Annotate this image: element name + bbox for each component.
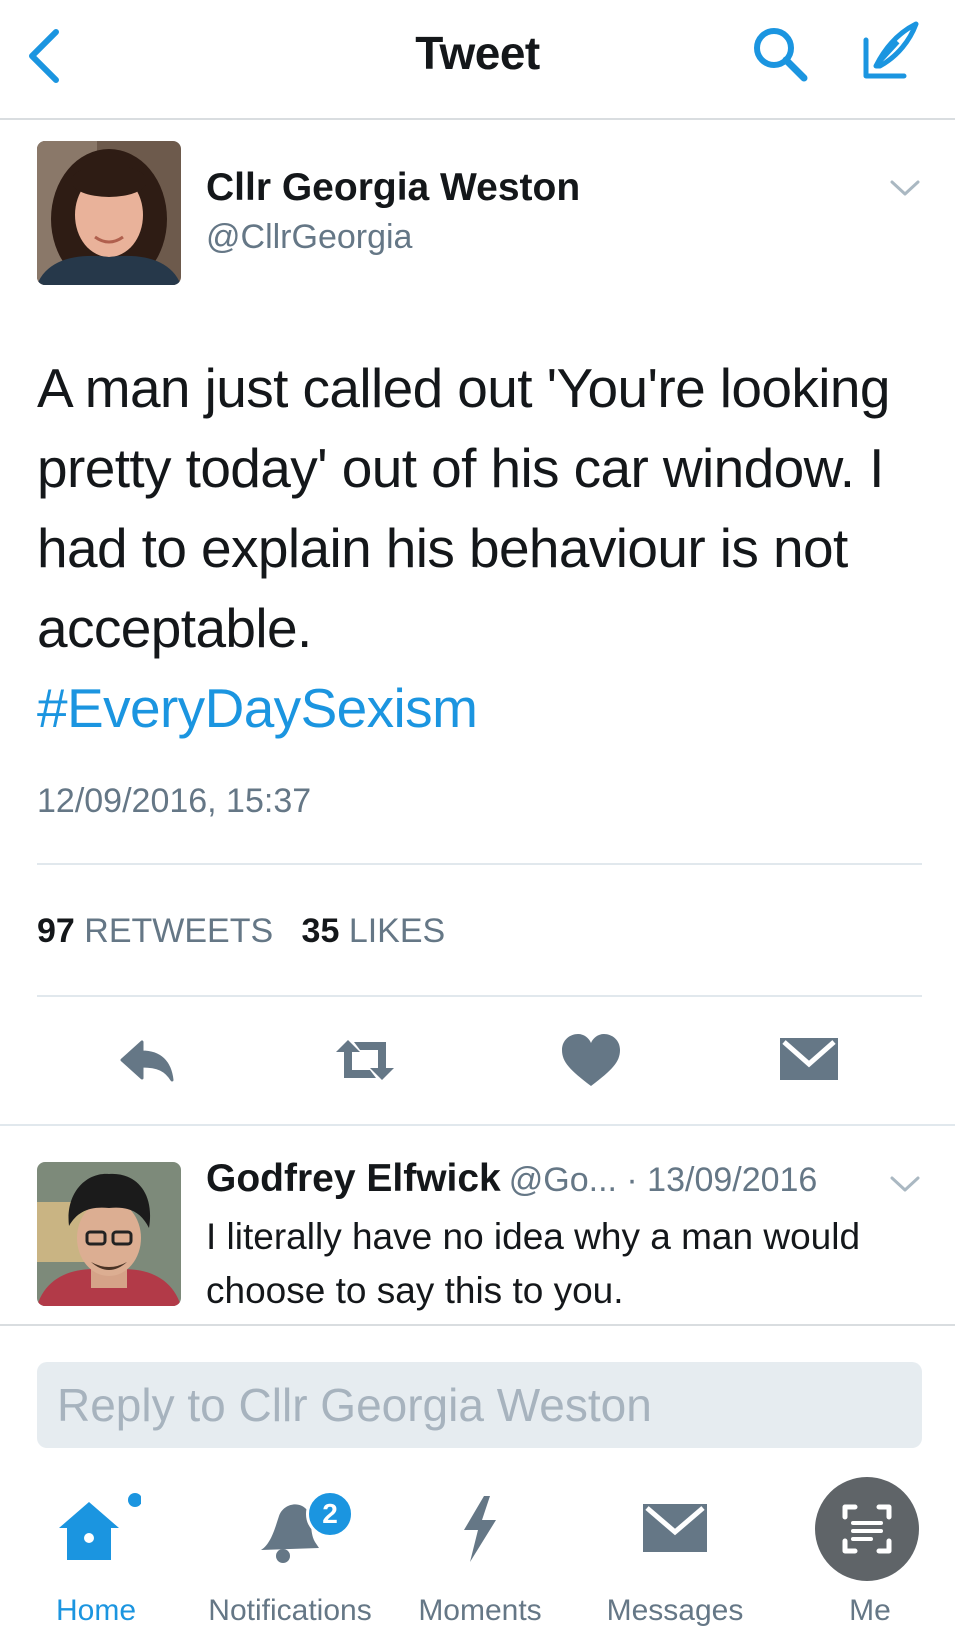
retweet-icon [336, 1040, 394, 1080]
tab-label: Moments [418, 1594, 542, 1627]
reply-text: I literally have no idea why a man would… [206, 1216, 861, 1311]
divider [37, 995, 922, 997]
compose-button[interactable] [858, 20, 922, 84]
tweet-timestamp: 12/09/2016, 15:37 [37, 782, 312, 820]
tweet-stats: 97 RETWEETS 35 LIKES [37, 912, 445, 951]
page-title: Tweet [415, 27, 540, 79]
scan-text-button[interactable] [815, 1477, 919, 1581]
search-button[interactable] [750, 24, 810, 84]
tab-label: Me [849, 1594, 891, 1627]
tab-label: Notifications [208, 1594, 372, 1627]
like-stat[interactable]: 35 LIKES [302, 912, 446, 950]
reply-meta: @Go... · 13/09/2016 [508, 1161, 818, 1199]
like-count: 35 [301, 912, 340, 950]
like-button[interactable] [556, 1030, 626, 1090]
retweet-count: 97 [37, 912, 75, 950]
reply-author-name[interactable]: Godfrey Elfwick [206, 1157, 501, 1200]
tweet-text: A man just called out 'You're looking pr… [37, 348, 917, 748]
tweet-body: A man just called out 'You're looking pr… [37, 357, 890, 659]
envelope-icon [780, 1038, 838, 1080]
avatar[interactable] [37, 1162, 181, 1306]
compose-icon [863, 21, 919, 79]
author-handle[interactable]: @CllrGeorgia [206, 218, 412, 257]
reply-header: Godfrey Elfwick @Go... · 13/09/2016 [206, 1157, 817, 1201]
envelope-icon [643, 1504, 707, 1552]
reply-input[interactable]: Reply to Cllr Georgia Weston [37, 1362, 922, 1448]
avatar[interactable] [37, 141, 181, 285]
reply-button[interactable] [114, 1030, 184, 1090]
share-via-message-button[interactable] [774, 1030, 844, 1090]
tweet-options-button[interactable] [888, 176, 922, 200]
tab-notifications[interactable]: Notifications [195, 1488, 385, 1628]
retweet-button[interactable] [330, 1030, 400, 1090]
divider [0, 1124, 955, 1126]
hashtag-link[interactable]: #EveryDaySexism [37, 677, 478, 739]
chevron-down-icon [890, 1176, 920, 1192]
top-nav-bar: Tweet [0, 0, 955, 120]
reply-options-button[interactable] [888, 1172, 922, 1196]
notification-badge: 2 [306, 1490, 354, 1538]
heart-icon [562, 1034, 620, 1086]
lightning-icon [464, 1496, 496, 1562]
tab-messages[interactable]: Messages [580, 1488, 770, 1628]
search-icon [754, 28, 808, 82]
tab-label: Home [55, 1594, 137, 1627]
reply-icon [120, 1040, 174, 1082]
chevron-down-icon [890, 180, 920, 196]
divider [37, 863, 922, 865]
tab-moments[interactable]: Moments [390, 1488, 570, 1628]
author-name[interactable]: Cllr Georgia Weston [206, 166, 580, 210]
like-label: LIKES [348, 912, 446, 950]
divider [0, 1324, 955, 1326]
home-icon [59, 1493, 141, 1560]
retweet-label: RETWEETS [84, 912, 274, 950]
retweet-stat[interactable]: 97 RETWEETS [37, 912, 273, 950]
tab-home[interactable]: Home [6, 1488, 186, 1628]
tab-label: Messages [606, 1594, 744, 1627]
scan-icon [842, 1504, 892, 1554]
